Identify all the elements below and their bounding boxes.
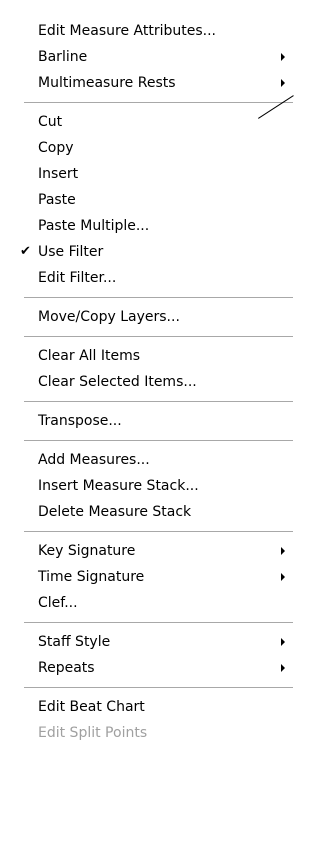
menu-item-label: Add Measures... [38, 452, 150, 468]
menu-item-edit-beat-chart[interactable]: Edit Beat Chart [0, 694, 294, 720]
submenu-arrow-icon [281, 638, 285, 646]
menu-item-label: Insert [38, 166, 79, 182]
menu-item-label: Barline [38, 49, 88, 65]
menu-item-label: Transpose... [38, 413, 122, 429]
menu-item-label: Multimeasure Rests [38, 75, 176, 91]
menu-item-transpose[interactable]: Transpose... [0, 408, 294, 434]
menu-item-barline[interactable]: Barline [0, 44, 294, 70]
submenu-arrow-icon [281, 79, 285, 87]
menu-separator [0, 681, 294, 694]
menu-item-label: Key Signature [38, 543, 136, 559]
menu-item-cut[interactable]: Cut [0, 109, 294, 135]
menu-item-label: Move/Copy Layers... [38, 309, 180, 325]
menu-item-label: Cut [38, 114, 63, 130]
menu-item-move-copy-layers[interactable]: Move/Copy Layers... [0, 304, 294, 330]
menu-item-label: Use Filter [38, 244, 104, 260]
menu-separator [0, 330, 294, 343]
menu-item-insert[interactable]: Insert [0, 161, 294, 187]
submenu-arrow-icon [281, 53, 285, 61]
menu-item-add-measures[interactable]: Add Measures... [0, 447, 294, 473]
menu-separator [0, 96, 294, 109]
menu-item-label: Repeats [38, 660, 95, 676]
menu-item-multimeasure-rests[interactable]: Multimeasure Rests [0, 70, 294, 96]
menu-item-copy[interactable]: Copy [0, 135, 294, 161]
menu-separator [0, 525, 294, 538]
menu-item-label: Edit Split Points [38, 725, 148, 741]
menu-item-edit-measure-attributes[interactable]: Edit Measure Attributes... [0, 18, 294, 44]
menu-item-label: Clear Selected Items... [38, 374, 197, 390]
menu-item-use-filter[interactable]: ✔ Use Filter [0, 239, 294, 265]
menu-item-label: Insert Measure Stack... [38, 478, 199, 494]
menu-item-label: Time Signature [38, 569, 145, 585]
menu-item-label: Delete Measure Stack [38, 504, 192, 520]
menu-item-edit-split-points: Edit Split Points [0, 720, 294, 746]
submenu-arrow-icon [281, 573, 285, 581]
menu-separator [0, 395, 294, 408]
menu-item-staff-style[interactable]: Staff Style [0, 629, 294, 655]
context-menu: Edit Measure Attributes... Barline Multime… [0, 0, 294, 842]
menu-item-clear-all-items[interactable]: Clear All Items [0, 343, 294, 369]
menu-item-clef[interactable]: Clef... [0, 590, 294, 616]
menu-separator [0, 291, 294, 304]
menu-item-paste[interactable]: Paste [0, 187, 294, 213]
menu-item-repeats[interactable]: Repeats [0, 655, 294, 681]
menu-item-list: Edit Measure Attributes... Barline Multime… [0, 0, 294, 746]
menu-item-key-signature[interactable]: Key Signature [0, 538, 294, 564]
menu-item-label: Edit Beat Chart [38, 699, 145, 715]
menu-item-label: Paste [38, 192, 76, 208]
menu-item-paste-multiple[interactable]: Paste Multiple... [0, 213, 294, 239]
submenu-arrow-icon [281, 664, 285, 672]
menu-separator [0, 434, 294, 447]
menu-item-time-signature[interactable]: Time Signature [0, 564, 294, 590]
menu-separator [0, 616, 294, 629]
menu-item-insert-measure-stack[interactable]: Insert Measure Stack... [0, 473, 294, 499]
submenu-arrow-icon [281, 547, 285, 555]
menu-item-clear-selected-items[interactable]: Clear Selected Items... [0, 369, 294, 395]
menu-item-edit-filter[interactable]: Edit Filter... [0, 265, 294, 291]
menu-item-label: Edit Filter... [38, 270, 117, 286]
menu-item-label: Staff Style [38, 634, 111, 650]
checkmark-icon: ✔ [20, 244, 31, 259]
menu-item-label: Clef... [38, 595, 78, 611]
menu-item-delete-measure-stack[interactable]: Delete Measure Stack [0, 499, 294, 525]
menu-item-label: Copy [38, 140, 74, 156]
menu-item-label: Paste Multiple... [38, 218, 150, 234]
menu-item-label: Edit Measure Attributes... [38, 23, 216, 39]
menu-item-label: Clear All Items [38, 348, 141, 364]
